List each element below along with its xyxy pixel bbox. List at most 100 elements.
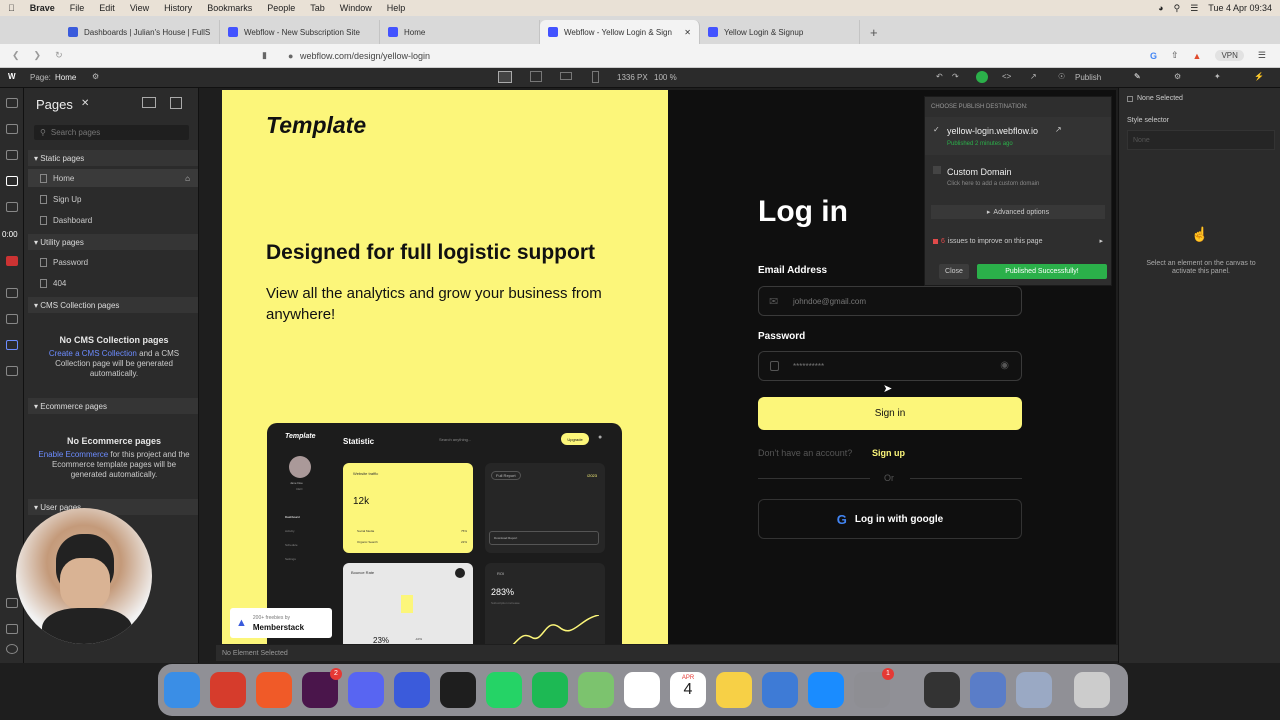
menu-tab[interactable]: Tab (310, 3, 325, 13)
whatsapp-icon[interactable] (486, 672, 522, 708)
navigator-icon[interactable] (6, 124, 18, 134)
user-pages-header[interactable]: ▾ User pages (28, 499, 198, 515)
page-settings-icon[interactable]: ⚙ (92, 72, 99, 81)
fonts-icon[interactable] (6, 366, 18, 376)
trash-icon[interactable] (1074, 672, 1110, 708)
export-icon[interactable]: ↗ (1030, 72, 1037, 81)
wifi-icon[interactable]: ◕ (1158, 3, 1163, 13)
page-item-home[interactable]: Home ⌂ (28, 169, 198, 187)
create-cms-link[interactable]: Create a CMS Collection (49, 349, 137, 358)
checkbox[interactable] (933, 166, 941, 174)
browser-tab[interactable]: Webflow - New Subscription Site (220, 20, 380, 44)
sign-up-link[interactable]: Sign up (872, 448, 905, 458)
brave-shield-icon[interactable]: ▲ (1193, 51, 1202, 61)
style-brush-icon[interactable]: ✎ (1134, 72, 1141, 81)
app-store-icon[interactable] (808, 672, 844, 708)
vpn-button[interactable]: VPN (1215, 50, 1244, 61)
tablet-breakpoint-icon[interactable] (530, 71, 542, 82)
undo-icon[interactable]: ↶ (936, 72, 943, 81)
sign-in-button[interactable]: Sign in (758, 397, 1022, 430)
browser-tab[interactable]: Home (380, 20, 540, 44)
keyboard-icon[interactable] (6, 624, 18, 634)
menu-history[interactable]: History (164, 3, 192, 13)
share-icon[interactable]: ⇧ (1171, 50, 1179, 61)
password-field[interactable]: ********** ◉ (758, 351, 1022, 381)
search-rail-icon[interactable] (6, 598, 18, 608)
settings-gear-icon[interactable]: ⚙ (1174, 72, 1181, 81)
add-element-icon[interactable] (6, 98, 18, 108)
menu-edit[interactable]: Edit (99, 3, 115, 13)
launchpad-icon[interactable] (210, 672, 246, 708)
lightning-icon[interactable]: ⚡ (1254, 72, 1264, 81)
page-item-dashboard[interactable]: Dashboard (28, 211, 198, 229)
discord-icon[interactable] (348, 672, 384, 708)
email-field[interactable]: ✉ johndoe@gmail.com (758, 286, 1022, 316)
redo-icon[interactable]: ↷ (952, 72, 959, 81)
menu-file[interactable]: File (70, 3, 85, 13)
browser-tab[interactable]: Dashboards | Julian's House | FullS (60, 20, 220, 44)
help-icon[interactable] (6, 644, 18, 654)
desktop-breakpoint-icon[interactable] (498, 71, 512, 83)
menu-view[interactable]: View (130, 3, 149, 13)
brave-icon[interactable] (256, 672, 292, 708)
bookmark-icon[interactable]: ▮ (262, 50, 267, 61)
slack-icon[interactable]: 2 (302, 668, 342, 708)
menu-window[interactable]: Window (340, 3, 372, 13)
publish-button[interactable]: Publish (1075, 73, 1101, 82)
menubar-datetime[interactable]: Tue 4 Apr 09:34 (1208, 3, 1272, 13)
notes-icon[interactable] (716, 672, 752, 708)
cms-icon[interactable] (6, 202, 18, 212)
control-center-icon[interactable]: ☰ (1190, 3, 1198, 14)
code-icon[interactable]: <> (1002, 72, 1011, 81)
spotify-icon[interactable] (532, 672, 568, 708)
pages-icon[interactable] (6, 176, 18, 186)
apple-icon[interactable]:  (8, 3, 15, 13)
menu-help[interactable]: Help (387, 3, 406, 13)
menu-app-name[interactable]: Brave (30, 3, 55, 13)
symbols-icon[interactable] (6, 150, 18, 160)
external-link-icon[interactable]: ↗ (1055, 125, 1062, 134)
calendar-icon[interactable]: APR 4 (670, 672, 706, 708)
preview-icon[interactable]: ☉ (1058, 72, 1065, 81)
menu-icon[interactable]: ☰ (1258, 50, 1266, 61)
style-selector-input[interactable]: None (1127, 130, 1275, 150)
close-button[interactable]: Close (939, 264, 969, 279)
back-icon[interactable]: ❮ (12, 50, 20, 61)
new-tab-button[interactable]: + (860, 20, 888, 44)
static-pages-header[interactable]: ▾ Static pages (28, 150, 198, 166)
publish-destination-custom[interactable]: Custom Domain Click here to add a custom… (925, 159, 1111, 197)
page-item-password[interactable]: Password (28, 253, 198, 271)
font-book-icon[interactable] (1016, 672, 1052, 708)
utility-pages-header[interactable]: ▾ Utility pages (28, 234, 198, 250)
webflow-logo-icon[interactable]: W (8, 72, 16, 81)
page-item-404[interactable]: 404 (28, 274, 198, 292)
freeform-icon[interactable] (762, 672, 798, 708)
mobile-portrait-icon[interactable] (592, 71, 599, 83)
mobile-landscape-icon[interactable] (560, 72, 572, 80)
enable-ecommerce-link[interactable]: Enable Ecommerce (38, 450, 108, 459)
browser-tab[interactable]: Yellow Login & Signup (700, 20, 860, 44)
system-settings-icon[interactable]: 1 (854, 668, 894, 708)
google-login-button[interactable]: G Log in with google (758, 499, 1022, 539)
maps-icon[interactable] (578, 672, 614, 708)
record-icon[interactable] (6, 256, 18, 266)
cms-pages-header[interactable]: ▾ CMS Collection pages (28, 297, 198, 313)
show-password-icon[interactable]: ◉ (1000, 360, 1009, 371)
reminders-icon[interactable] (624, 672, 660, 708)
menu-people[interactable]: People (267, 3, 295, 13)
logic-icon[interactable] (6, 340, 18, 350)
assets-icon[interactable] (6, 288, 18, 298)
close-tab-icon[interactable]: ✕ (684, 28, 691, 37)
close-panel-icon[interactable]: ✕ (81, 98, 89, 109)
reload-icon[interactable]: ↻ (55, 50, 63, 61)
new-folder-icon[interactable] (142, 97, 156, 108)
forward-icon[interactable]: ❯ (34, 50, 42, 61)
figma-icon[interactable] (440, 672, 476, 708)
menu-bookmarks[interactable]: Bookmarks (207, 3, 252, 13)
calculator-icon[interactable] (924, 672, 960, 708)
advanced-options-toggle[interactable]: ▸ Advanced options (931, 205, 1105, 219)
page-item-signup[interactable]: Sign Up (28, 190, 198, 208)
search-icon[interactable]: ⚲ (1174, 3, 1181, 14)
ecommerce-pages-header[interactable]: ▾ Ecommerce pages (28, 398, 198, 414)
url-field[interactable]: webflow.com/design/yellow-login (300, 51, 430, 61)
